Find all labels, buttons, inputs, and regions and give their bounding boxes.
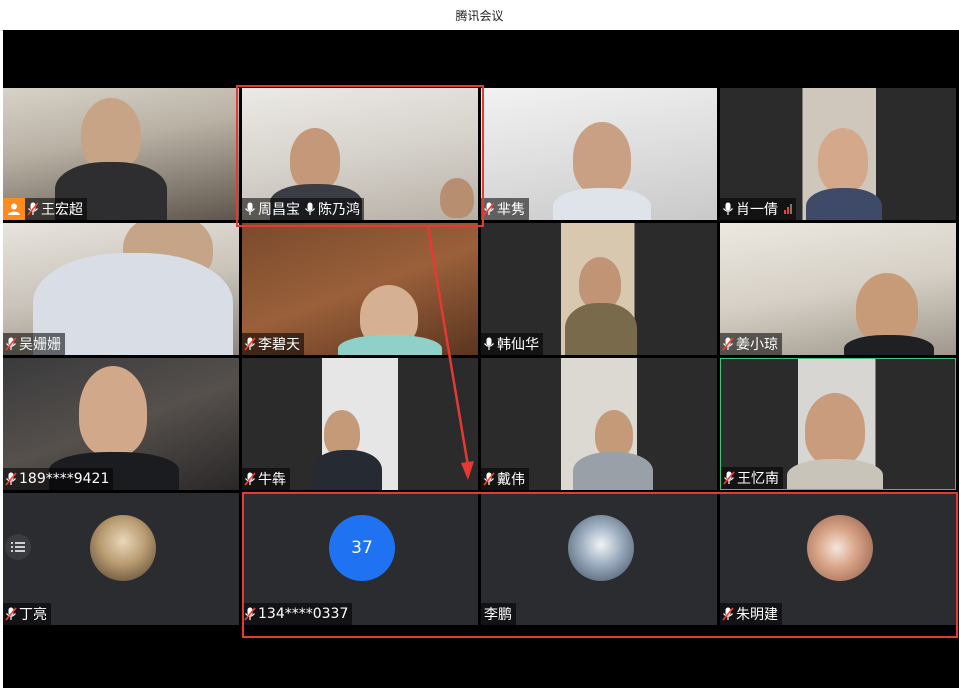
annotation-arrow [426,226,474,480]
